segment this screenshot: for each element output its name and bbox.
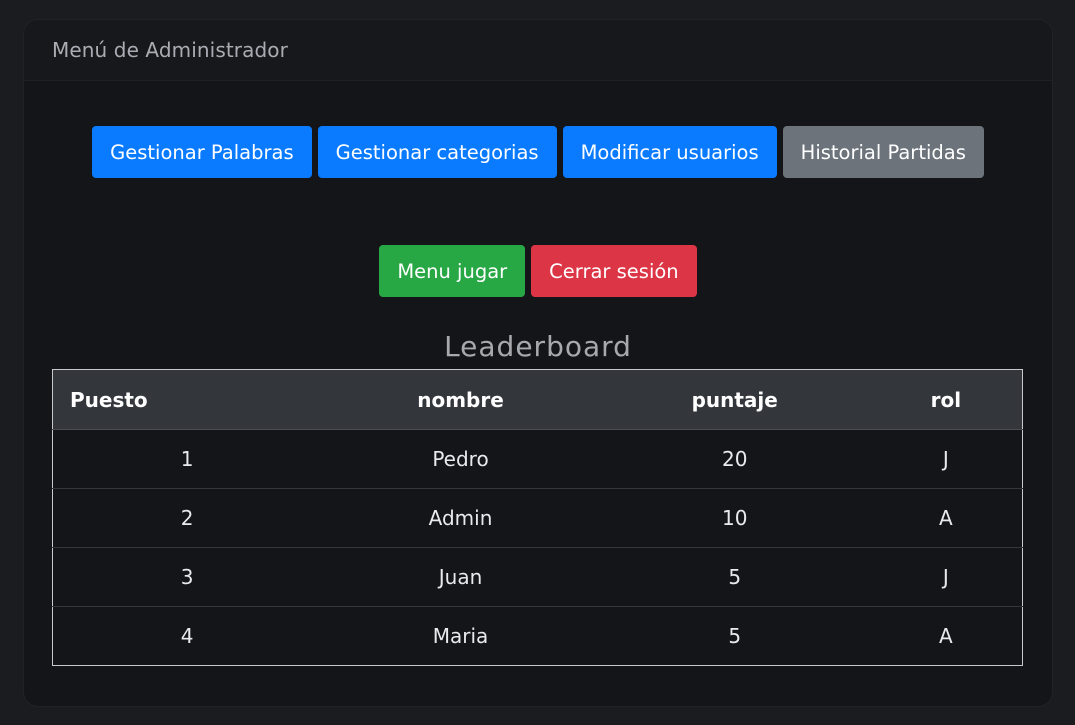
- manage-categories-button[interactable]: Gestionar categorias: [317, 126, 557, 178]
- table-row: 3 Juan 5 J: [52, 547, 1023, 607]
- modify-users-button[interactable]: Modificar usuarios: [562, 126, 777, 178]
- cell-puesto: 1: [52, 429, 322, 489]
- cell-nombre: Pedro: [321, 429, 600, 489]
- admin-button-row: Gestionar Palabras Gestionar categorias …: [24, 126, 1052, 178]
- column-header-nombre: nombre: [321, 369, 600, 430]
- cell-nombre: Maria: [321, 606, 600, 666]
- cell-rol: A: [869, 488, 1023, 548]
- table-row: 2 Admin 10 A: [52, 488, 1023, 548]
- session-button-row: Menu jugar Cerrar sesión: [24, 245, 1052, 297]
- admin-menu-card: Menú de Administrador Gestionar Palabras…: [24, 20, 1052, 706]
- cell-rol: J: [869, 429, 1023, 489]
- cell-puntaje: 5: [599, 606, 870, 666]
- cell-nombre: Juan: [321, 547, 600, 607]
- logout-button[interactable]: Cerrar sesión: [531, 245, 697, 297]
- column-header-puesto: Puesto: [52, 369, 322, 430]
- table-row: 4 Maria 5 A: [52, 606, 1023, 666]
- play-menu-button[interactable]: Menu jugar: [379, 245, 526, 297]
- cell-nombre: Admin: [321, 488, 600, 548]
- cell-rol: J: [869, 547, 1023, 607]
- table-row: 1 Pedro 20 J: [52, 429, 1023, 489]
- cell-puesto: 4: [52, 606, 322, 666]
- column-header-rol: rol: [869, 369, 1023, 430]
- leaderboard-title: Leaderboard: [444, 330, 632, 363]
- cell-puntaje: 5: [599, 547, 870, 607]
- column-header-puntaje: puntaje: [599, 369, 870, 430]
- card-header: Menú de Administrador: [24, 20, 1052, 81]
- cell-puntaje: 10: [599, 488, 870, 548]
- cell-puesto: 2: [52, 488, 322, 548]
- page-title: Menú de Administrador: [52, 38, 288, 62]
- cell-rol: A: [869, 606, 1023, 666]
- table-header-row: Puesto nombre puntaje rol: [52, 369, 1023, 430]
- cell-puntaje: 20: [599, 429, 870, 489]
- match-history-button[interactable]: Historial Partidas: [782, 126, 984, 178]
- cell-puesto: 3: [52, 547, 322, 607]
- leaderboard-table: Puesto nombre puntaje rol 1 Pedro 20 J 2…: [52, 369, 1023, 666]
- manage-words-button[interactable]: Gestionar Palabras: [92, 126, 312, 178]
